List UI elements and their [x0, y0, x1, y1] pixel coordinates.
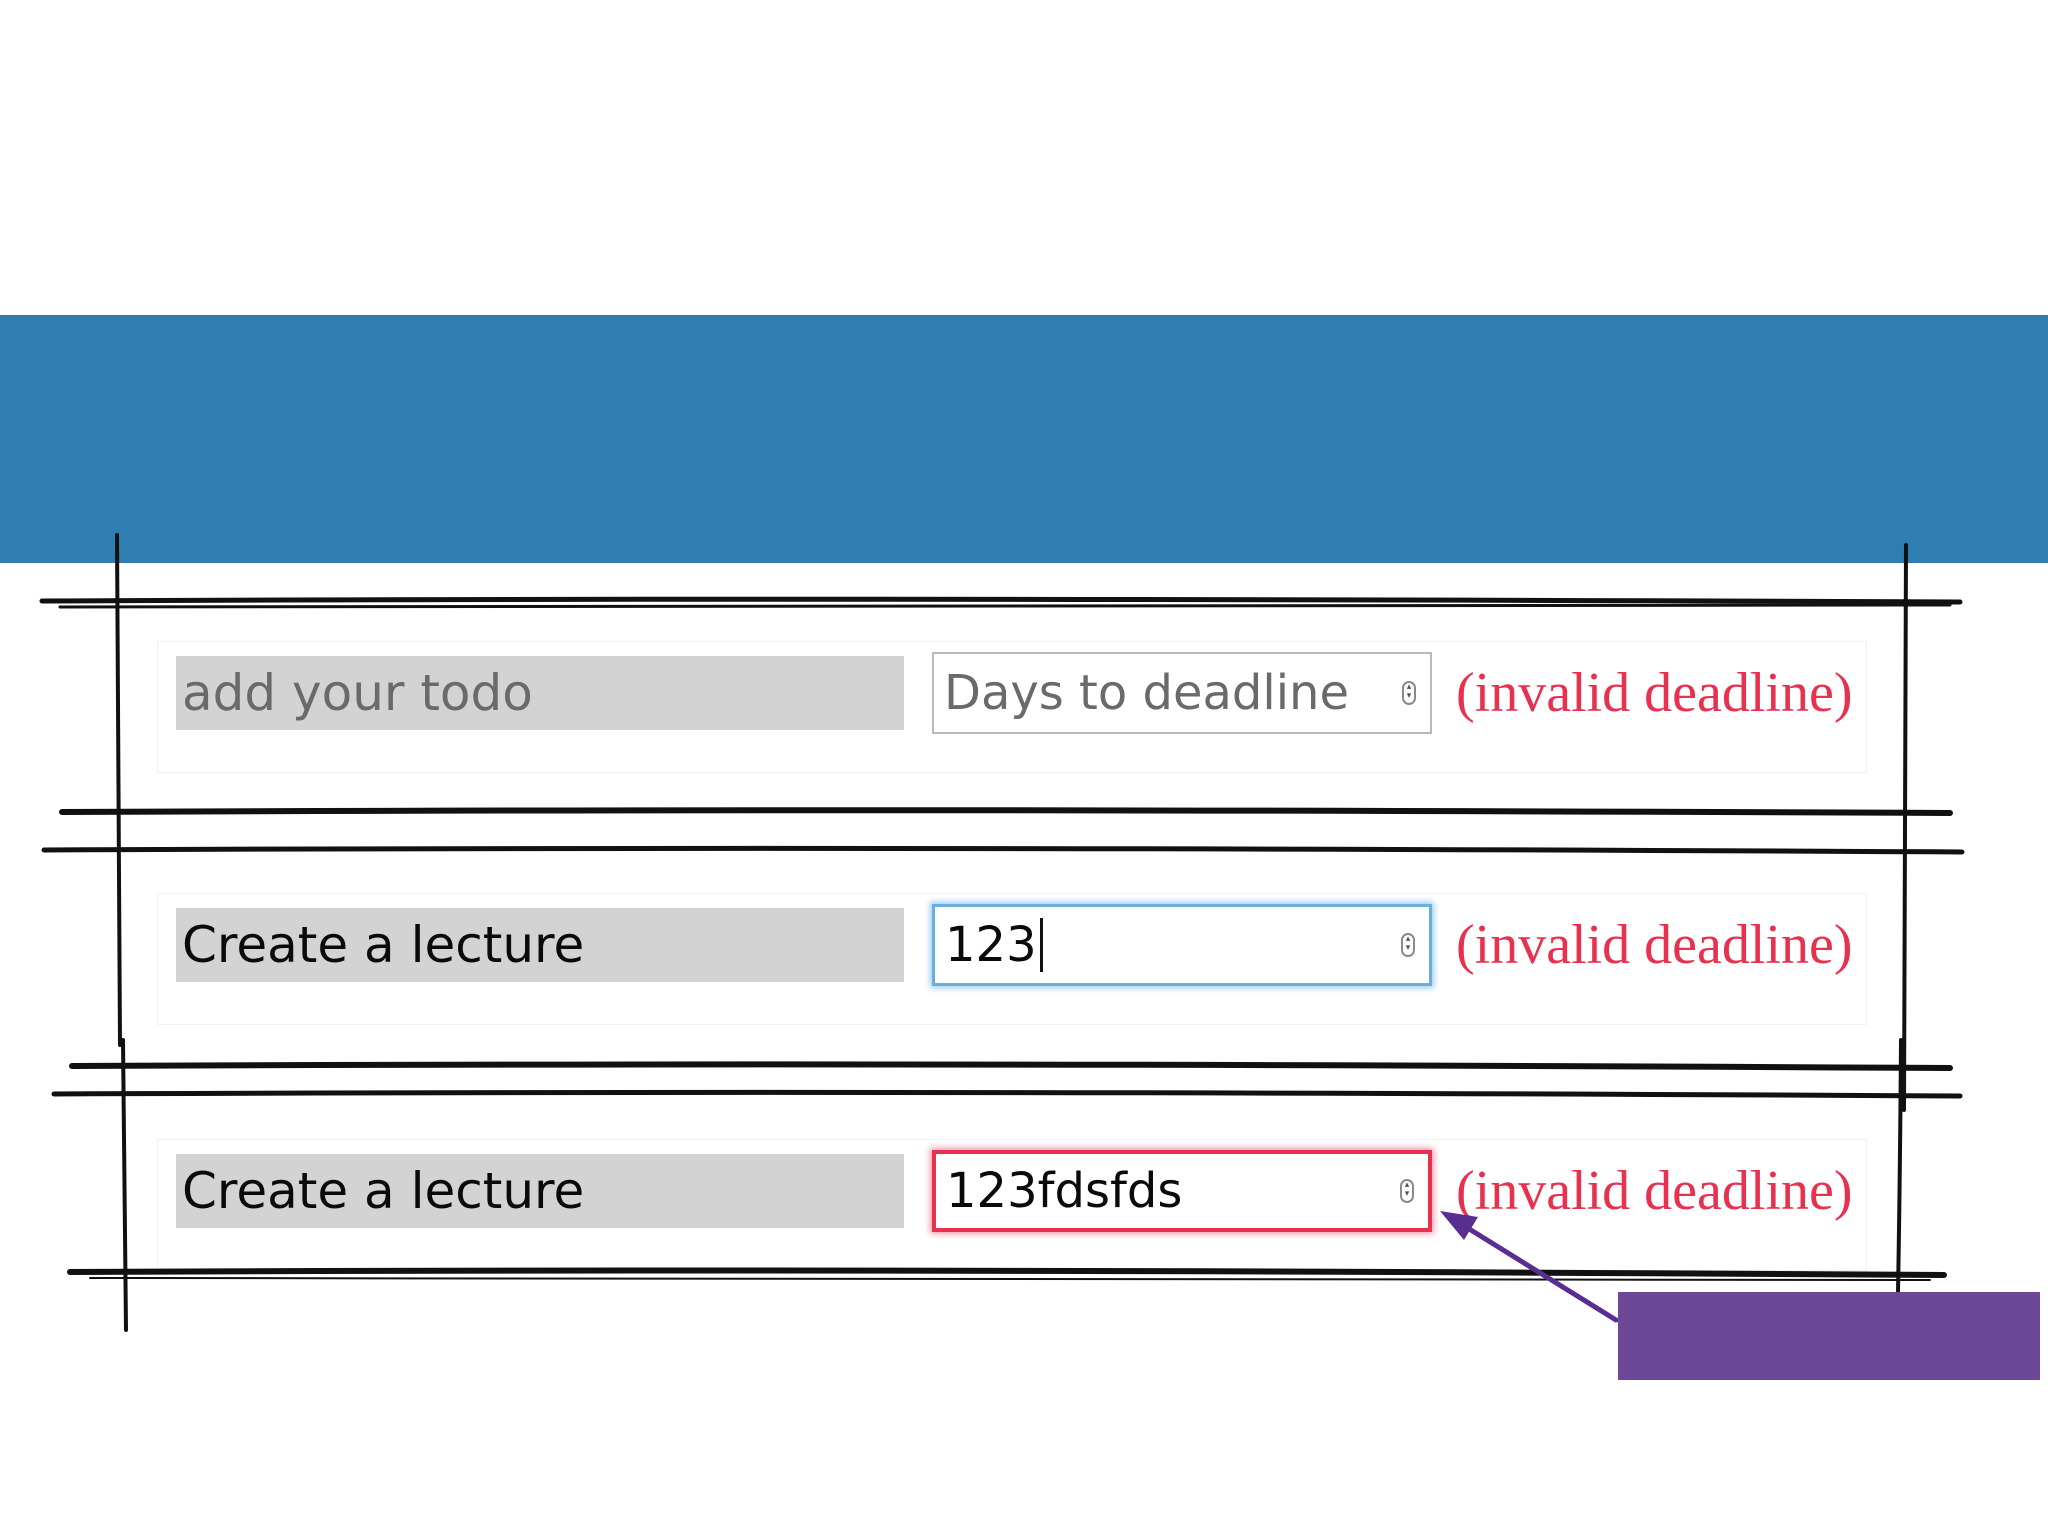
sketch-line	[67, 1267, 1947, 1278]
sketch-line	[58, 603, 1952, 609]
deadline-input[interactable]: 123fdsfds ▴ ▾	[932, 1150, 1432, 1232]
sketch-line	[89, 1276, 1931, 1281]
sketch-line	[115, 533, 122, 1047]
todo-input[interactable]: add your todo	[176, 656, 904, 730]
sketch-line	[121, 1038, 128, 1332]
deadline-input[interactable]: Days to deadline ▴ ▾	[932, 652, 1432, 734]
todo-input[interactable]: Create a lecture	[176, 1154, 904, 1228]
spinner-icon[interactable]: ▴ ▾	[1402, 681, 1416, 705]
sketch-line	[39, 596, 1963, 605]
error-message: (invalid deadline)	[1456, 914, 1853, 976]
todo-row-focused: Create a lecture 123 ▴ ▾ (invalid deadlin…	[158, 894, 1866, 1024]
title-banner	[0, 315, 2048, 563]
deadline-value: 123	[945, 917, 1037, 973]
error-message: (invalid deadline)	[1456, 1160, 1853, 1222]
sketch-line	[51, 1089, 1963, 1099]
spinner-icon[interactable]: ▴ ▾	[1401, 933, 1415, 957]
spinner-icon[interactable]: ▴ ▾	[1400, 1179, 1414, 1203]
error-message: (invalid deadline)	[1456, 662, 1853, 724]
sketch-line	[1902, 543, 1908, 1112]
text-caret	[1039, 918, 1043, 972]
deadline-value: 123fdsfds	[946, 1163, 1183, 1219]
sketch-line	[1896, 1038, 1903, 1294]
deadline-placeholder: Days to deadline	[944, 665, 1349, 721]
todo-input[interactable]: Create a lecture	[176, 908, 904, 982]
sketch-line	[69, 1061, 1953, 1071]
todo-row-invalid: Create a lecture 123fdsfds ▴ ▾ (invalid d…	[158, 1140, 1866, 1270]
sketch-line	[41, 845, 1965, 855]
todo-row-empty: add your todo Days to deadline ▴ ▾ (inval…	[158, 642, 1866, 772]
callout-box	[1618, 1292, 2040, 1380]
sketch-line	[59, 807, 1953, 816]
deadline-input[interactable]: 123 ▴ ▾	[932, 904, 1432, 986]
